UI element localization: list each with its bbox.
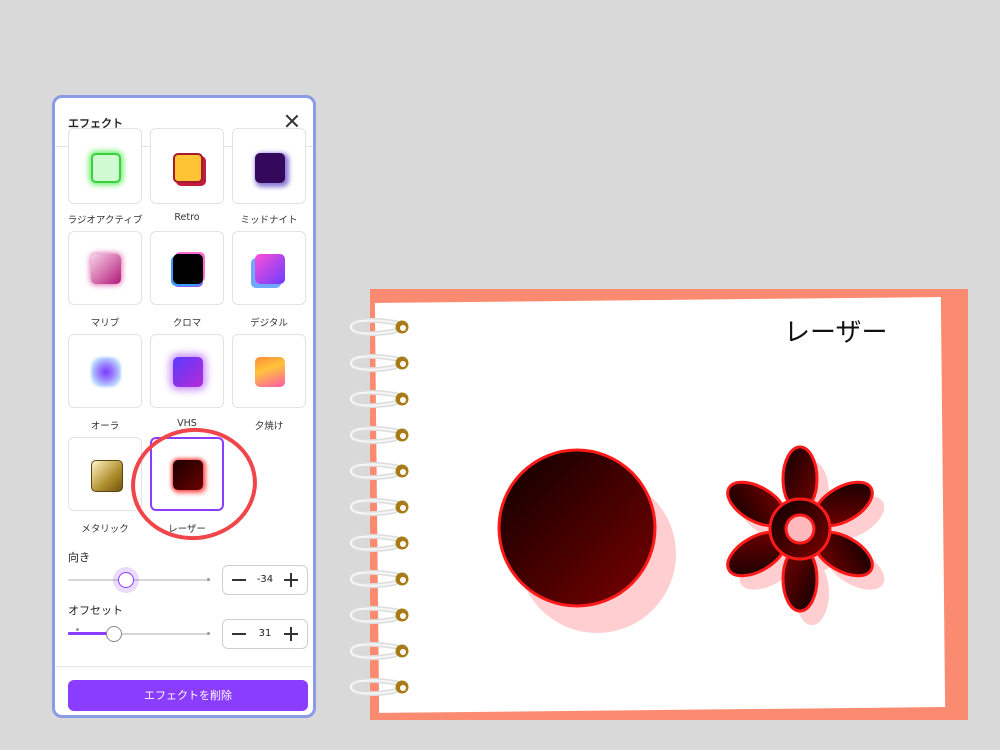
laser-flower[interactable]: [722, 443, 902, 643]
slider-center-dot: [76, 628, 79, 631]
offset-label: オフセット: [68, 604, 123, 617]
retro-swatch: [173, 153, 203, 183]
effect-tile-vhs[interactable]: [150, 334, 224, 408]
remove-effect-button[interactable]: エフェクトを削除: [68, 680, 308, 711]
midnight-swatch: [255, 153, 285, 183]
direction-slider-track[interactable]: [68, 579, 210, 581]
chroma-swatch: [173, 254, 203, 284]
radioactive-swatch: [91, 153, 121, 183]
direction-label: 向き: [68, 551, 90, 564]
effect-label: Retro: [174, 212, 200, 223]
effects-panel: エフェクト ラジオアクティブ Retro ミッドナイト マリブ クロマ デジタル…: [52, 95, 316, 718]
effect-tile-radioactive[interactable]: [68, 128, 142, 204]
effect-label: クロマ: [172, 318, 202, 329]
effect-label: オーラ: [90, 421, 120, 432]
design-title[interactable]: レーザー: [784, 312, 887, 349]
effect-label: メタリック: [81, 524, 129, 535]
direction-slider-knob[interactable]: [118, 572, 134, 588]
effect-label: 夕焼け: [254, 421, 284, 432]
minus-icon[interactable]: [229, 570, 249, 590]
effect-tile-metallic[interactable]: [68, 437, 142, 511]
plus-icon[interactable]: [281, 570, 301, 590]
effect-tile-chroma[interactable]: [150, 231, 224, 305]
effect-tile-retro[interactable]: [150, 128, 224, 204]
effect-label: ミッドナイト: [240, 215, 298, 226]
minus-icon[interactable]: [229, 624, 249, 644]
direction-value[interactable]: -34: [251, 574, 279, 585]
offset-stepper: 31: [222, 619, 308, 649]
sunset-swatch: [255, 357, 285, 387]
effect-tile-midnight[interactable]: [232, 128, 306, 204]
malibu-swatch: [91, 254, 121, 284]
effect-label: マリブ: [90, 318, 120, 329]
footer-divider: [55, 666, 313, 667]
spiral-binding: [345, 305, 420, 715]
effect-label: ラジオアクティブ: [67, 215, 143, 226]
aura-swatch: [91, 357, 121, 387]
offset-slider-knob[interactable]: [106, 626, 122, 642]
effect-tile-aura[interactable]: [68, 334, 142, 408]
effect-label: デジタル: [250, 318, 288, 329]
effect-tile-sunset[interactable]: [232, 334, 306, 408]
direction-stepper: -34: [222, 565, 308, 595]
slider-end-dot: [207, 578, 210, 581]
laser-circle[interactable]: [492, 445, 682, 635]
effect-tile-malibu[interactable]: [68, 231, 142, 305]
slider-end-dot: [207, 632, 210, 635]
effect-tile-digital[interactable]: [232, 231, 306, 305]
digital-swatch: [255, 254, 285, 284]
plus-icon[interactable]: [281, 624, 301, 644]
metallic-swatch: [91, 460, 123, 492]
offset-value[interactable]: 31: [251, 628, 279, 639]
vhs-swatch: [173, 357, 203, 387]
